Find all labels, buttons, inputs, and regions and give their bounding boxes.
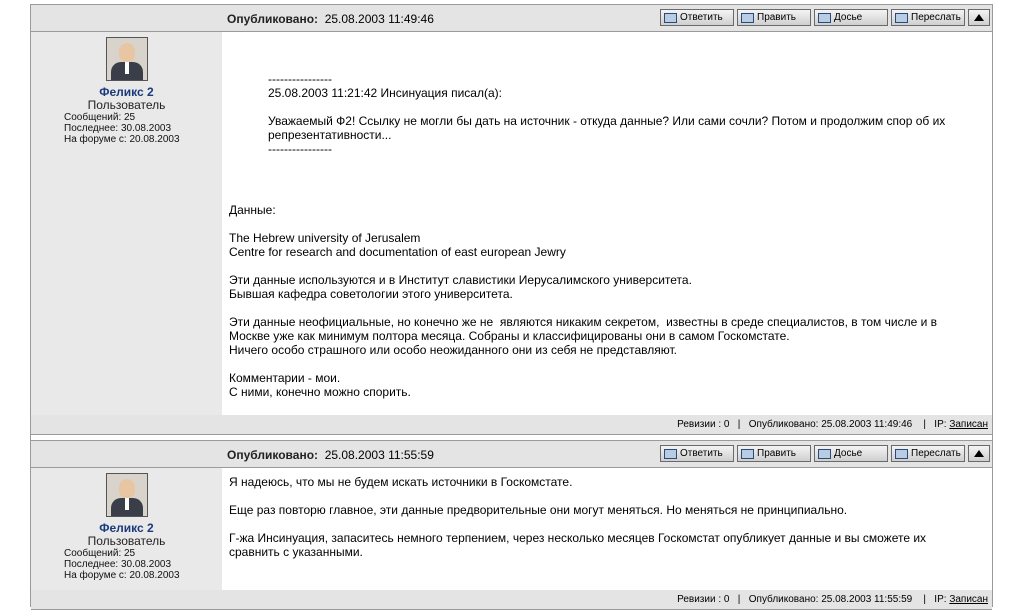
post-text: Данные: The Hebrew university of Jerusal…	[229, 203, 938, 399]
author-last: Последнее: 30.08.2003	[64, 559, 172, 570]
edit-icon	[741, 12, 754, 23]
reply-label: Ответить	[680, 448, 723, 459]
avatar	[106, 473, 148, 517]
separator: |	[737, 594, 741, 605]
author-since: На форуме с: 20.08.2003	[64, 570, 180, 581]
revisions: Ревизии : 0	[677, 594, 730, 605]
author-role: Пользователь	[87, 534, 166, 548]
reply-icon	[664, 12, 677, 23]
post-header: Опубликовано: 25.08.2003 11:55:59 Ответи…	[31, 440, 992, 468]
author-panel: Феликс 2 Пользователь Сообщений: 25 Посл…	[31, 32, 222, 415]
forward-label: Переслать	[911, 12, 961, 23]
scroll-top-button[interactable]	[968, 9, 990, 26]
forum-thread: Опубликовано: 25.08.2003 11:49:46 Ответи…	[30, 4, 993, 610]
revisions: Ревизии : 0	[677, 419, 730, 430]
dossier-icon	[818, 448, 831, 459]
separator: |	[737, 419, 741, 430]
reply-icon	[664, 448, 677, 459]
edit-label: Править	[757, 12, 796, 23]
footer-published: Опубликовано: 25.08.2003 11:55:59	[748, 594, 913, 605]
published-label: Опубликовано:	[227, 12, 319, 26]
published-label: Опубликовано:	[227, 448, 319, 462]
forum-post: Опубликовано: 25.08.2003 11:49:46 Ответи…	[31, 4, 992, 435]
post-footer: Ревизии : 0 | Опубликовано: 25.08.2003 1…	[31, 415, 992, 435]
dossier-label: Досье	[834, 448, 863, 459]
forward-icon	[895, 448, 908, 459]
post-quote: ---------------- 25.08.2003 11:21:42 Инс…	[268, 72, 946, 156]
reply-button[interactable]: Ответить	[660, 445, 734, 462]
forward-icon	[895, 12, 908, 23]
post-body: Феликс 2 Пользователь Сообщений: 25 Посл…	[31, 32, 992, 415]
separator: |	[923, 594, 926, 605]
dossier-button[interactable]: Досье	[814, 445, 888, 462]
forward-label: Переслать	[911, 448, 961, 459]
edit-icon	[741, 448, 754, 459]
footer-published: Опубликовано: 25.08.2003 11:49:46	[748, 419, 913, 430]
dossier-button[interactable]: Досье	[814, 9, 888, 26]
published-date: 25.08.2003 11:49:46	[324, 12, 434, 26]
edit-button[interactable]: Править	[737, 9, 811, 26]
post-header: Опубликовано: 25.08.2003 11:49:46 Ответи…	[31, 4, 992, 32]
avatar	[106, 37, 148, 81]
author-messages: Сообщений: 25	[64, 548, 136, 559]
author-since: На форуме с: 20.08.2003	[64, 134, 180, 145]
forum-post: Опубликовано: 25.08.2003 11:55:59 Ответи…	[31, 440, 992, 610]
ip-label: IP:	[934, 419, 947, 430]
ip-link[interactable]: Записан	[949, 594, 988, 605]
reply-label: Ответить	[680, 12, 723, 23]
post-actions: Ответить Править Досье Переслать	[660, 9, 990, 26]
arrow-up-icon	[974, 450, 984, 457]
scroll-top-button[interactable]	[968, 445, 990, 462]
author-name[interactable]: Феликс 2	[31, 521, 222, 535]
post-footer: Ревизии : 0 | Опубликовано: 25.08.2003 1…	[31, 590, 992, 610]
author-name[interactable]: Феликс 2	[31, 85, 222, 99]
author-role: Пользователь	[87, 98, 166, 112]
post-body: Феликс 2 Пользователь Сообщений: 25 Посл…	[31, 468, 992, 590]
edit-label: Править	[757, 448, 796, 459]
edit-button[interactable]: Править	[737, 445, 811, 462]
post-text: Я надеюсь, что мы не будем искать источн…	[229, 475, 927, 559]
arrow-up-icon	[974, 14, 984, 21]
post-content: ---------------- 25.08.2003 11:21:42 Инс…	[222, 32, 992, 415]
author-stats: Сообщений: 25 Последнее: 30.08.2003 На ф…	[64, 548, 180, 581]
published-date: 25.08.2003 11:55:59	[324, 448, 434, 462]
author-stats: Сообщений: 25 Последнее: 30.08.2003 На ф…	[64, 112, 180, 145]
dossier-icon	[818, 12, 831, 23]
author-panel: Феликс 2 Пользователь Сообщений: 25 Посл…	[31, 468, 222, 590]
separator: |	[923, 419, 926, 430]
ip-link[interactable]: Записан	[949, 419, 988, 430]
author-last: Последнее: 30.08.2003	[64, 123, 172, 134]
post-published: Опубликовано: 25.08.2003 11:49:46	[227, 12, 434, 26]
post-content: Я надеюсь, что мы не будем искать источн…	[222, 468, 992, 590]
author-messages: Сообщений: 25	[64, 112, 136, 123]
dossier-label: Досье	[834, 12, 863, 23]
post-published: Опубликовано: 25.08.2003 11:55:59	[227, 448, 434, 462]
forward-button[interactable]: Переслать	[891, 445, 965, 462]
reply-button[interactable]: Ответить	[660, 9, 734, 26]
ip-label: IP:	[934, 594, 947, 605]
forward-button[interactable]: Переслать	[891, 9, 965, 26]
post-actions: Ответить Править Досье Переслать	[660, 445, 990, 462]
